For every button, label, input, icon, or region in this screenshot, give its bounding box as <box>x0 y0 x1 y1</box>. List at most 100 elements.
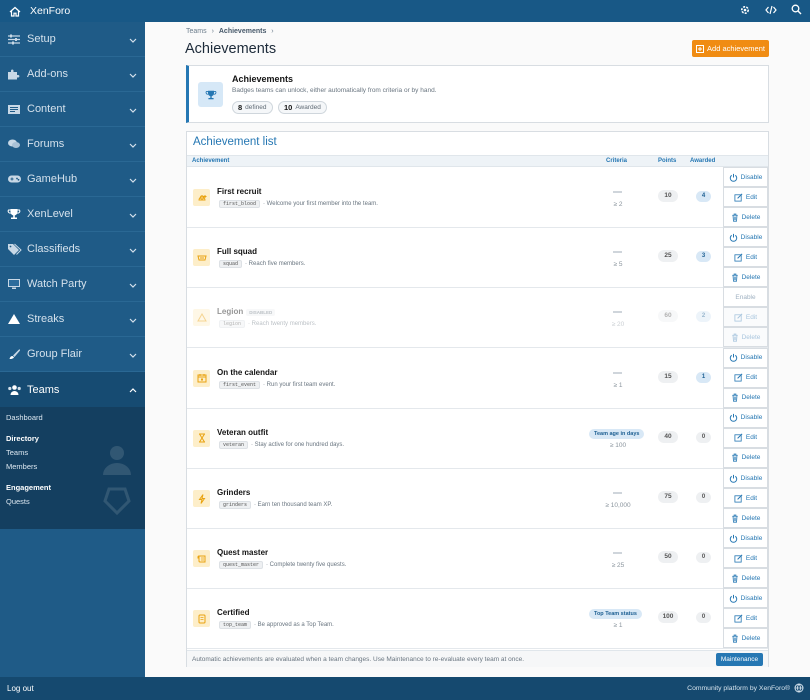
disable-button[interactable]: Disable <box>723 588 768 609</box>
triangle-icon <box>6 312 22 326</box>
awarded-badge: 4 <box>696 191 711 202</box>
breadcrumb-teams[interactable]: Teams <box>186 28 207 35</box>
delete-button[interactable]: Delete <box>723 508 768 528</box>
disable-button[interactable]: Disable <box>723 227 768 248</box>
edit-button[interactable]: Edit <box>723 187 768 207</box>
app-name[interactable]: XenForo <box>30 5 70 17</box>
criteria-value: ≥ 5 <box>613 261 623 269</box>
home-icon[interactable] <box>4 6 26 17</box>
achievement-title[interactable]: Grinders <box>217 488 250 497</box>
achievement-description: · Reach twenty members. <box>248 321 317 328</box>
achievement-title[interactable]: Certified <box>217 608 249 617</box>
edit-icon <box>734 494 743 503</box>
edit-button[interactable]: Edit <box>723 307 768 328</box>
users-icon <box>6 383 22 397</box>
delete-label: Delete <box>741 454 761 462</box>
sidebar-item-forums[interactable]: Forums <box>0 127 145 162</box>
edit-button[interactable]: Edit <box>723 608 768 629</box>
points-badge: 25 <box>658 250 678 263</box>
achievement-title[interactable]: Quest master <box>217 548 268 557</box>
logout-link[interactable]: Log out <box>7 684 34 693</box>
achievement-title-text: First recruit <box>217 187 262 196</box>
monitor-icon <box>6 277 22 291</box>
code-icon[interactable] <box>765 5 777 18</box>
criteria-placeholder <box>613 552 622 555</box>
toggle-label: Disable <box>740 354 763 362</box>
breadcrumb-achievements[interactable]: Achievements <box>219 28 266 35</box>
footer-note: Automatic achievements are evaluated whe… <box>192 656 525 663</box>
edit-button[interactable]: Edit <box>723 488 768 508</box>
achievement-title[interactable]: Full squad <box>217 247 257 256</box>
chevron-down-icon <box>129 349 137 361</box>
achievement-title[interactable]: Legion DISABLED <box>217 307 276 316</box>
achievement-subline: first_blood · Welcome your first member i… <box>219 200 378 208</box>
globe-icon[interactable] <box>794 683 804 696</box>
disable-button[interactable]: Disable <box>723 167 768 187</box>
calendar-icon <box>193 369 210 387</box>
achievement-title[interactable]: First recruit <box>217 187 261 196</box>
delete-button[interactable]: Delete <box>723 568 768 589</box>
achievement-title[interactable]: On the calendar <box>217 368 277 377</box>
edit-button[interactable]: Edit <box>723 548 768 569</box>
disable-button[interactable]: Disable <box>723 528 768 549</box>
criteria-value: ≥ 20 <box>611 321 625 329</box>
power-icon <box>729 233 737 242</box>
search-icon[interactable] <box>791 4 802 18</box>
criteria-value: ≥ 1 <box>613 622 623 630</box>
column-points[interactable]: Points <box>658 158 676 164</box>
sidebar-item-label: Watch Party <box>27 278 87 290</box>
sidebar-item-add-ons[interactable]: Add-ons <box>0 57 145 92</box>
table-row: Quest master quest_master · Complete twent… <box>187 528 768 590</box>
awarded-label: Awarded <box>295 104 321 111</box>
chevron-down-icon <box>129 314 137 326</box>
criteria-value: ≥ 25 <box>611 562 625 570</box>
awarded-badge: 0 <box>696 431 711 443</box>
sidebar-item-setup[interactable]: Setup <box>0 22 145 57</box>
column-awarded[interactable]: Awarded <box>690 158 715 164</box>
sidebar-item-teams[interactable]: Teams <box>0 372 145 407</box>
cog-icon[interactable] <box>739 4 751 19</box>
maintenance-button[interactable]: Maintenance <box>716 653 763 666</box>
delete-button[interactable]: Delete <box>723 267 768 288</box>
sidebar-item-classifieds[interactable]: Classifieds <box>0 232 145 267</box>
edit-button[interactable]: Edit <box>723 427 768 448</box>
disable-button[interactable]: Disable <box>723 468 768 488</box>
page-footer: Log out Community platform by XenForo® <box>0 677 810 700</box>
add-achievement-button[interactable]: Add achievement <box>692 40 769 57</box>
delete-button[interactable]: Delete <box>723 447 768 468</box>
enable-button[interactable]: Enable <box>723 287 768 308</box>
column-criteria[interactable]: Criteria <box>606 158 627 164</box>
edit-label: Edit <box>745 193 758 201</box>
sidebar-item-streaks[interactable]: Streaks <box>0 302 145 337</box>
edit-button[interactable]: Edit <box>723 367 768 388</box>
plus-square-icon <box>696 44 705 53</box>
delete-button[interactable]: Delete <box>723 327 768 348</box>
sidebar-item-gamehub[interactable]: GameHub <box>0 162 145 197</box>
delete-button[interactable]: Delete <box>723 628 768 649</box>
sidebar-item-content[interactable]: Content <box>0 92 145 127</box>
footer-credit[interactable]: Community platform by XenForo® <box>687 685 790 692</box>
achievement-subline: quest_master · Complete twenty five quest… <box>219 561 346 570</box>
toggle-label: Enable <box>735 293 756 301</box>
column-achievement[interactable]: Achievement <box>192 158 229 164</box>
achievement-subline: legion · Reach twenty members. <box>219 320 317 329</box>
sidebar-item-watch-party[interactable]: Watch Party <box>0 267 145 302</box>
sidebar-item-xenlevel[interactable]: XenLevel <box>0 197 145 232</box>
achievement-key: grinders <box>219 501 252 509</box>
subnav-dashboard[interactable]: Dashboard <box>0 411 145 425</box>
edit-button[interactable]: Edit <box>723 247 768 268</box>
trophy-icon <box>198 82 223 107</box>
sidebar-item-group-flair[interactable]: Group Flair <box>0 337 145 372</box>
table-row: Veteran outfit veteran · Stay active for o… <box>187 407 768 469</box>
awarded-badge: 1 <box>696 371 711 383</box>
disable-button[interactable]: Disable <box>723 347 768 368</box>
sidebar-item-label: Setup <box>27 33 56 45</box>
disable-button[interactable]: Disable <box>723 407 768 428</box>
achievement-title[interactable]: Veteran outfit <box>217 428 268 437</box>
delete-button[interactable]: Delete <box>723 387 768 408</box>
delete-button[interactable]: Delete <box>723 207 768 227</box>
achievement-title-text: Veteran outfit <box>217 427 269 437</box>
defined-label: defined <box>245 104 267 111</box>
info-title: Achievements <box>232 74 294 84</box>
trash-icon <box>731 393 738 402</box>
